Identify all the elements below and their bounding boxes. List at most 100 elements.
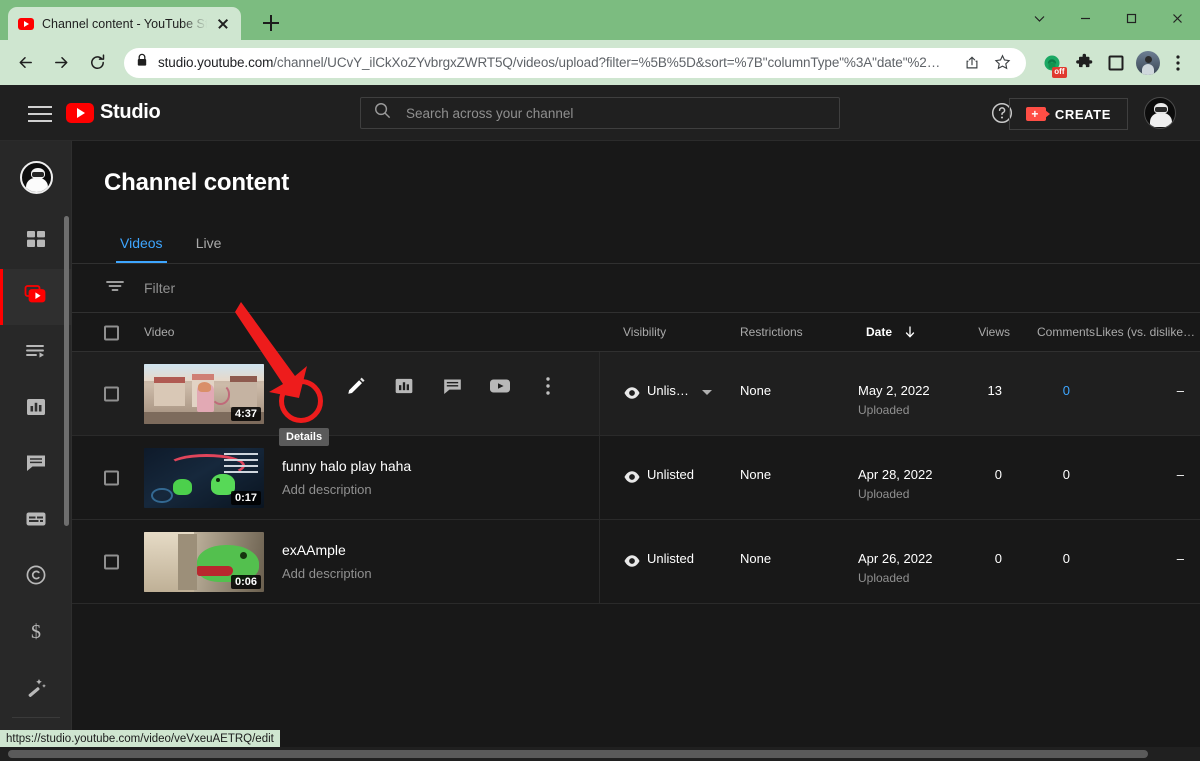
select-all-checkbox[interactable] <box>104 326 119 341</box>
video-thumbnail[interactable]: 4:37 <box>144 364 264 424</box>
analytics-bar-icon[interactable] <box>392 374 416 398</box>
date-value: Apr 28, 2022 <box>858 467 932 482</box>
column-restrictions[interactable]: Restrictions <box>740 325 803 339</box>
adblock-icon[interactable]: off <box>1038 49 1066 77</box>
extensions-puzzle-icon[interactable] <box>1070 49 1098 77</box>
video-title[interactable]: funny halo play haha <box>282 458 411 474</box>
table-row[interactable]: 0:17 funny halo play haha Add descriptio… <box>72 436 1200 520</box>
column-likes[interactable]: Likes (vs. dislike… <box>1096 325 1195 339</box>
sidebar-item-subtitles[interactable] <box>0 493 72 549</box>
row-checkbox[interactable] <box>104 470 119 485</box>
comments-value[interactable]: 0 <box>1063 551 1070 566</box>
scrollbar-thumb[interactable] <box>8 750 1148 758</box>
chrome-menu-icon[interactable] <box>1164 49 1192 77</box>
close-icon[interactable] <box>1154 0 1200 36</box>
youtube-icon <box>66 103 94 123</box>
video-thumbnail[interactable]: 0:06 <box>144 532 264 592</box>
sidebar-item-dashboard[interactable] <box>0 213 72 269</box>
tab-videos-label: Videos <box>120 235 163 251</box>
visibility-value: Unlisted <box>647 467 694 482</box>
table-row[interactable]: 4:37 <box>72 352 1200 436</box>
visibility-eye-icon <box>623 384 641 407</box>
sidebar-item-copyright[interactable] <box>0 549 72 605</box>
sidebar-scrollbar[interactable] <box>64 216 69 526</box>
column-visibility[interactable]: Visibility <box>623 325 666 339</box>
studio-wordmark: Studio <box>100 101 160 124</box>
chevron-down-icon[interactable] <box>1016 0 1062 36</box>
url-text: studio.youtube.com/channel/UCvY_ilCkXoZY… <box>158 55 954 70</box>
sidebar-divider <box>12 717 60 718</box>
studio-header: Studio Search across your channel CREATE <box>0 85 1200 141</box>
videos-table: Video Visibility Restrictions Date Views… <box>72 312 1200 604</box>
arrow-down-icon <box>903 325 917 344</box>
search-input[interactable]: Search across your channel <box>360 97 840 129</box>
restrictions-value: None <box>740 551 771 566</box>
subtitles-icon <box>24 507 48 536</box>
row-checkbox[interactable] <box>104 386 119 401</box>
comments-value[interactable]: 0 <box>1063 383 1070 398</box>
create-button[interactable]: CREATE <box>1009 98 1128 130</box>
comments-value[interactable]: 0 <box>1063 467 1070 482</box>
comments-icon[interactable] <box>440 374 464 398</box>
hamburger-icon[interactable] <box>28 101 52 125</box>
address-bar[interactable]: studio.youtube.com/channel/UCvY_ilCkXoZY… <box>124 48 1026 78</box>
table-header-row: Video Visibility Restrictions Date Views… <box>72 312 1200 352</box>
forward-arrow-icon[interactable] <box>44 46 78 80</box>
column-views[interactable]: Views <box>978 325 1010 339</box>
window-controls <box>1016 0 1200 40</box>
sidebar-item-content[interactable] <box>0 269 72 325</box>
page-title: Channel content <box>104 169 289 197</box>
minimize-icon[interactable] <box>1062 0 1108 36</box>
more-vertical-icon[interactable] <box>536 374 560 398</box>
sidebar-item-channel-avatar[interactable] <box>20 161 53 194</box>
sidebar-item-customization[interactable] <box>0 661 72 717</box>
dashboard-grid-icon <box>24 227 48 256</box>
back-arrow-icon[interactable] <box>8 46 42 80</box>
close-icon[interactable] <box>215 16 231 32</box>
visibility-value: Unlisted <box>647 551 694 566</box>
video-thumbnail[interactable]: 0:17 <box>144 448 264 508</box>
details-pencil-icon[interactable] <box>344 374 368 398</box>
youtube-play-icon[interactable] <box>488 374 512 398</box>
tab-videos[interactable]: Videos <box>104 223 179 263</box>
reload-icon[interactable] <box>80 46 114 80</box>
video-description[interactable]: Add description <box>282 566 372 581</box>
status-bar-url: https://studio.youtube.com/video/veVxeuA… <box>6 733 274 745</box>
sidebar-item-earn[interactable]: $ <box>0 605 72 661</box>
browser-tab[interactable]: Channel content - YouTube Stud <box>8 7 241 40</box>
restrictions-value: None <box>740 467 771 482</box>
sidepanel-icon[interactable] <box>1102 49 1130 77</box>
views-value: 0 <box>995 467 1002 482</box>
star-icon[interactable] <box>990 51 1014 75</box>
video-title[interactable]: exAAmple <box>282 542 346 558</box>
horizontal-scrollbar[interactable] <box>0 747 1200 761</box>
chevron-down-icon[interactable] <box>702 390 712 395</box>
likes-value: – <box>1177 467 1184 482</box>
maximize-icon[interactable] <box>1108 0 1154 36</box>
filter-input[interactable]: Filter <box>144 280 175 296</box>
date-value: May 2, 2022 <box>858 383 930 398</box>
sidebar-item-analytics[interactable] <box>0 381 72 437</box>
sidebar-item-comments[interactable] <box>0 437 72 493</box>
new-tab-button[interactable] <box>258 10 284 36</box>
share-icon[interactable] <box>960 51 984 75</box>
table-row[interactable]: 0:06 exAAmple Add description Unlisted N… <box>72 520 1200 604</box>
search-placeholder: Search across your channel <box>406 106 573 121</box>
sidebar-item-playlists[interactable] <box>0 325 72 381</box>
profile-avatar-icon[interactable] <box>1136 51 1160 75</box>
search-icon <box>373 101 392 125</box>
tab-live[interactable]: Live <box>179 223 239 263</box>
svg-text:$: $ <box>31 621 41 643</box>
browser-toolbar: studio.youtube.com/channel/UCvY_ilCkXoZY… <box>0 40 1200 85</box>
column-video[interactable]: Video <box>144 325 174 339</box>
video-description[interactable]: Add description <box>282 482 372 497</box>
dollar-icon: $ <box>24 619 48 648</box>
account-avatar-icon[interactable] <box>1144 97 1176 129</box>
row-checkbox[interactable] <box>104 554 119 569</box>
column-date[interactable]: Date <box>866 325 892 339</box>
column-comments[interactable]: Comments <box>1037 325 1095 339</box>
studio-logo[interactable]: Studio <box>66 101 160 124</box>
filter-icon[interactable] <box>104 275 126 302</box>
column-divider <box>599 436 600 520</box>
date-sublabel: Uploaded <box>858 571 909 585</box>
